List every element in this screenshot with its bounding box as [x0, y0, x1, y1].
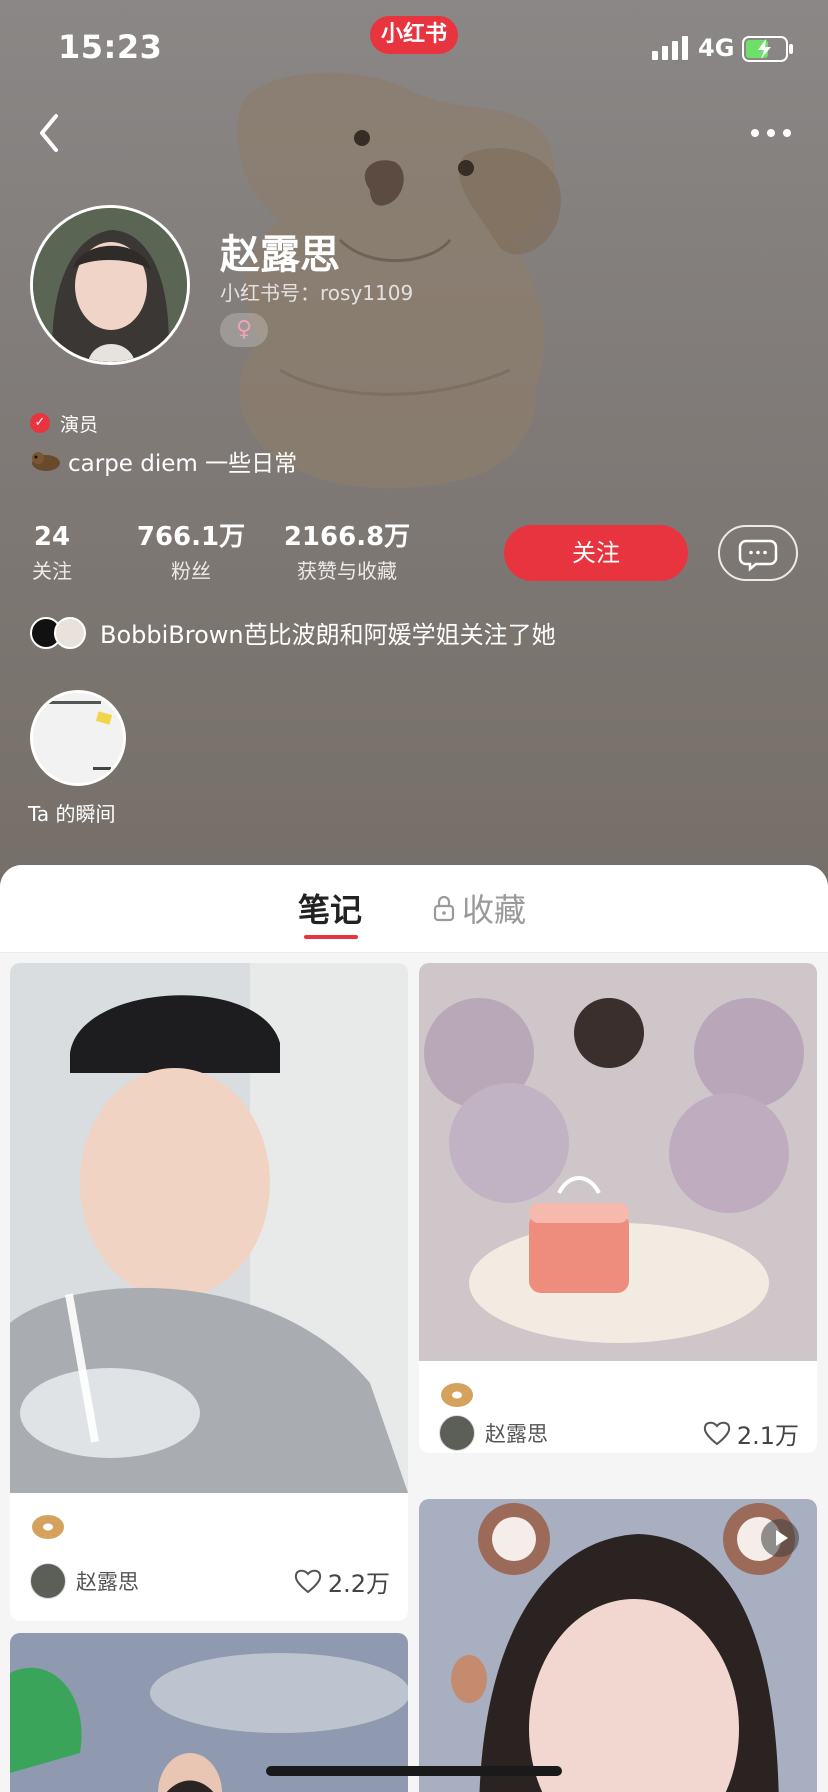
author-name: 赵露思 [76, 1570, 139, 1594]
play-icon [761, 1519, 799, 1557]
note-cover-image [419, 1499, 817, 1792]
heart-icon[interactable] [703, 1420, 731, 1446]
notes-panel: 笔记 收藏 赵露思 2.2万 赵露思 2.1万 [0, 865, 828, 1792]
home-indicator [266, 1766, 562, 1776]
author-avatar [439, 1415, 475, 1451]
verification-row: ✓ 演员 [30, 410, 98, 436]
message-icon [738, 539, 778, 572]
profile-header: 15:23 小红书 4G 赵露思 小红书号：rosy1109 ♀ ✓ 演员 ca… [0, 0, 828, 880]
stats-row: 24 关注 766.1万 粉丝 2166.8万 获赞与收藏 [30, 518, 412, 586]
note-card[interactable]: 赵露思 2.2万 [10, 963, 408, 1621]
note-cover-image [419, 963, 817, 1361]
tab-notes[interactable]: 笔记 [298, 885, 362, 931]
more-icon[interactable] [748, 118, 794, 148]
profile-name: 赵露思 [220, 232, 340, 278]
bagel-emoji-icon [441, 1383, 473, 1407]
stat-followers[interactable]: 766.1万 粉丝 [136, 518, 246, 586]
stat-value: 766.1万 [136, 522, 246, 552]
bio-text: carpe diem 一些日常 [68, 451, 298, 477]
avatar-photo [33, 208, 187, 362]
back-icon[interactable] [30, 108, 70, 158]
note-meta: 赵露思 2.1万 [439, 1413, 799, 1453]
author-avatar [30, 1563, 66, 1599]
battery-icon [742, 36, 793, 62]
tab-collections-label: 收藏 [462, 891, 527, 929]
note-meta: 赵露思 2.2万 [30, 1561, 390, 1601]
like-count: 2.2万 [327, 1569, 390, 1598]
stat-following[interactable]: 24 关注 [30, 518, 74, 586]
note-card[interactable] [419, 1499, 817, 1792]
stat-likes-collections[interactable]: 2166.8万 获赞与收藏 [282, 518, 412, 586]
moment-image [33, 693, 123, 783]
follow-button[interactable]: 关注 [504, 525, 688, 581]
note-cover-image [10, 963, 408, 1493]
avatar[interactable] [30, 205, 190, 365]
status-bar: 15:23 小红书 4G [0, 0, 828, 100]
active-tab-indicator [304, 935, 358, 939]
like-count: 2.1万 [736, 1421, 799, 1450]
stat-value: 24 [33, 522, 71, 552]
profile-id: 小红书号：rosy1109 [220, 281, 414, 305]
stat-value: 2166.8万 [283, 522, 411, 552]
heart-icon[interactable] [294, 1568, 322, 1594]
tab-bar: 笔记 收藏 [0, 865, 828, 953]
moment-label: Ta 的瞬间 [28, 802, 116, 826]
moment-thumbnail[interactable] [30, 690, 126, 786]
status-time: 15:23 [58, 28, 163, 66]
note-card[interactable]: 赵露思 2.1万 [419, 963, 817, 1453]
mutual-follow-row[interactable]: BobbiBrown芭比波朗和阿媛学姐关注了她 [30, 615, 556, 650]
network-type: 4G [698, 34, 735, 62]
stat-label: 获赞与收藏 [297, 559, 397, 583]
otter-emoji-icon [32, 452, 60, 471]
stat-label: 关注 [32, 559, 72, 583]
tab-collections[interactable]: 收藏 [432, 885, 526, 931]
lock-icon [433, 895, 455, 922]
mutual-avatar [54, 616, 86, 649]
author-name: 赵露思 [485, 1422, 548, 1446]
brand-badge: 小红书 [370, 16, 458, 54]
message-button[interactable] [718, 525, 798, 581]
gender-badge: ♀ [220, 313, 268, 347]
mutual-follow-text: BobbiBrown芭比波朗和阿媛学姐关注了她 [100, 621, 556, 649]
bagel-emoji-icon [32, 1515, 64, 1539]
verified-icon: ✓ [30, 413, 50, 433]
stat-label: 粉丝 [171, 559, 211, 583]
signal-icon [652, 36, 688, 60]
verification-label: 演员 [60, 413, 99, 436]
bio-row: carpe diem 一些日常 [30, 444, 297, 478]
